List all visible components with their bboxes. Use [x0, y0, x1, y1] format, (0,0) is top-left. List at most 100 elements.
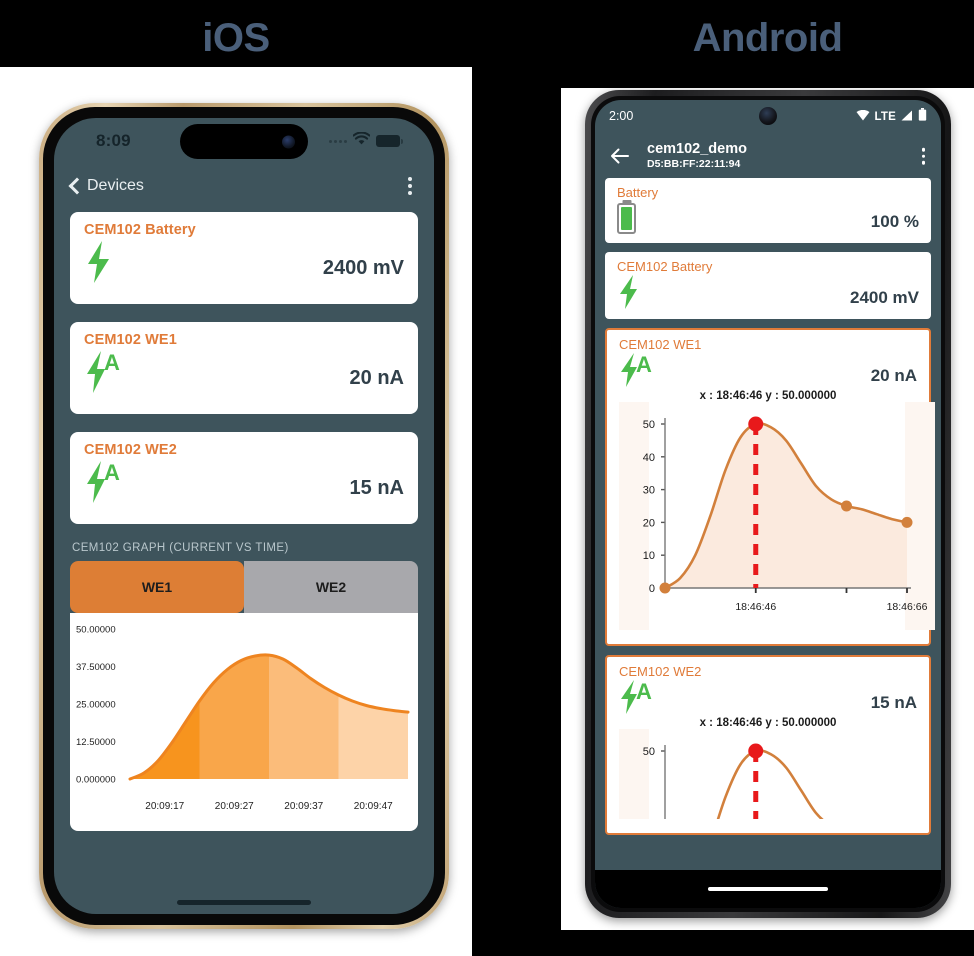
app-bar-title: cem102_demo — [647, 141, 747, 158]
android-nav-bar — [595, 870, 941, 908]
graph-tab-bar: WE1 WE2 — [70, 561, 418, 613]
svg-text:50: 50 — [643, 746, 655, 758]
home-indicator[interactable] — [708, 887, 828, 891]
bolt-amp-icon: A — [619, 679, 652, 715]
ios-nav-bar: Devices — [54, 166, 434, 206]
svg-text:30: 30 — [643, 485, 655, 497]
ios-chart-card[interactable]: 0.000000 12.50000 25.00000 37.50000 50.00000… — [70, 613, 418, 831]
ios-status-icons — [329, 131, 403, 150]
card-value: 15 nA — [349, 477, 404, 499]
bolt-amp-icon: A — [84, 350, 120, 394]
home-indicator — [177, 900, 311, 905]
card-title: Battery — [617, 185, 659, 200]
svg-text:20:09:17: 20:09:17 — [145, 801, 184, 812]
amp-letter: A — [104, 460, 120, 485]
ios-card-cem102-we2[interactable]: CEM102 WE2 A 15 nA — [70, 432, 418, 524]
android-status-icons: LTE — [856, 108, 927, 126]
bolt-amp-icon: A — [84, 460, 120, 504]
svg-text:12.50000: 12.50000 — [76, 737, 116, 748]
android-we2-chart-wrap[interactable]: x : 18:46:46 y : 50.000000 50 — [619, 717, 917, 908]
ios-content-scroll[interactable]: CEM102 Battery 2400 mV CEM102 WE1 A 20 n… — [54, 206, 434, 914]
battery-icon — [918, 108, 927, 126]
ios-we1-chart: 0.000000 12.50000 25.00000 37.50000 50.00000… — [76, 625, 410, 812]
card-title: CEM102 Battery — [84, 222, 196, 238]
card-title: CEM102 Battery — [617, 259, 713, 274]
amp-letter: A — [104, 350, 120, 375]
ios-phone-frame: 8:09 Devices CEM102 Battery 2400 mV CEM1… — [39, 103, 449, 929]
battery-icon — [376, 135, 403, 147]
chart-readout-we1: x : 18:46:46 y : 50.000000 — [699, 390, 837, 402]
card-value: 100 % — [870, 212, 919, 231]
overflow-menu-icon[interactable] — [408, 177, 412, 195]
svg-text:37.50000: 37.50000 — [76, 662, 116, 673]
bolt-amp-icon: A — [619, 352, 652, 388]
wifi-icon — [352, 131, 371, 150]
cellular-dots-icon — [329, 139, 347, 143]
bolt-icon — [617, 274, 643, 310]
tab-we1[interactable]: WE1 — [70, 561, 244, 613]
svg-text:40: 40 — [643, 452, 655, 464]
android-status-time: 2:00 — [609, 109, 634, 123]
network-type-label: LTE — [874, 111, 896, 123]
chevron-left-icon — [68, 180, 80, 192]
svg-text:0.000000: 0.000000 — [76, 775, 116, 786]
svg-text:18:46:66: 18:46:66 — [887, 601, 928, 613]
android-we1-chart: 0 10 20 30 40 50 18:46:46 18:46:66 — [619, 402, 935, 630]
ios-screen: 8:09 Devices CEM102 Battery 2400 mV CEM1… — [54, 118, 434, 914]
svg-text:20: 20 — [643, 517, 655, 529]
dynamic-island — [180, 124, 308, 159]
front-camera-icon — [759, 107, 777, 125]
card-value: 15 nA — [870, 693, 917, 712]
svg-text:0: 0 — [649, 583, 655, 595]
ios-status-time: 8:09 — [96, 131, 131, 150]
android-title-block: cem102_demo D5:BB:FF:22:11:94 — [647, 141, 747, 170]
android-app-bar: cem102_demo D5:BB:FF:22:11:94 — [595, 134, 941, 178]
amp-letter: A — [636, 352, 652, 377]
battery-full-icon — [617, 203, 636, 234]
bolt-icon — [84, 240, 114, 284]
ios-card-cem102-we1[interactable]: CEM102 WE1 A 20 nA — [70, 322, 418, 414]
svg-text:50: 50 — [643, 419, 655, 431]
app-bar-subtitle: D5:BB:FF:22:11:94 — [647, 157, 741, 170]
android-content-scroll[interactable]: Battery 100 % CEM102 Battery 2400 mV CEM… — [595, 178, 941, 908]
arrow-left-icon[interactable] — [607, 143, 633, 169]
ios-status-bar: 8:09 — [54, 118, 434, 166]
front-camera-icon — [282, 135, 295, 148]
overflow-menu-icon[interactable] — [921, 147, 925, 165]
android-card-battery[interactable]: Battery 100 % — [605, 178, 931, 243]
card-value: 2400 mV — [850, 288, 919, 307]
android-screen: 2:00 LTE cem102_demo D5:BB:FF:22:11:94 B… — [595, 100, 941, 908]
svg-text:18:46:46: 18:46:46 — [735, 601, 776, 613]
android-phone-bezel: 2:00 LTE cem102_demo D5:BB:FF:22:11:94 B… — [591, 96, 945, 912]
card-value: 20 nA — [870, 366, 917, 385]
android-status-bar: 2:00 LTE — [595, 100, 941, 134]
tab-we2[interactable]: WE2 — [244, 561, 418, 613]
card-title: CEM102 WE2 — [84, 442, 177, 458]
android-we1-chart-wrap[interactable]: x : 18:46:46 y : 50.000000 0 10 20 30 40 50 18… — [619, 390, 935, 635]
platform-title-ios: iOS — [202, 16, 270, 60]
back-button-label: Devices — [87, 177, 144, 194]
android-card-cem102-we1[interactable]: CEM102 WE1 A 20 nA x : 18:46:46 y : 50.0… — [605, 328, 935, 646]
svg-text:20:09:27: 20:09:27 — [215, 801, 254, 812]
signal-icon — [901, 108, 913, 126]
svg-text:20:09:37: 20:09:37 — [284, 801, 323, 812]
card-value: 2400 mV — [322, 257, 404, 279]
chart-readout-we2: x : 18:46:46 y : 50.000000 — [699, 717, 837, 729]
svg-text:50.00000: 50.00000 — [76, 625, 116, 636]
svg-text:10: 10 — [643, 550, 655, 562]
card-value: 20 nA — [349, 367, 404, 389]
ios-card-cem102-battery[interactable]: CEM102 Battery 2400 mV — [70, 212, 418, 304]
android-card-cem102-we2[interactable]: CEM102 WE2 A 15 nA x : 18:46:46 y : 50.0… — [605, 655, 931, 908]
amp-letter: A — [636, 679, 652, 704]
android-card-cem102-battery[interactable]: CEM102 Battery 2400 mV — [605, 252, 931, 319]
back-button[interactable]: Devices — [68, 177, 144, 195]
ios-phone-bezel: 8:09 Devices CEM102 Battery 2400 mV CEM1… — [43, 107, 445, 925]
android-we2-chart: 50 — [619, 729, 909, 908]
card-title: CEM102 WE1 — [619, 337, 702, 352]
graph-section-label: CEM102 GRAPH (CURRENT VS TIME) — [72, 542, 289, 554]
card-title: CEM102 WE2 — [619, 664, 702, 679]
svg-text:20:09:47: 20:09:47 — [354, 801, 393, 812]
android-phone-frame: 2:00 LTE cem102_demo D5:BB:FF:22:11:94 B… — [585, 90, 951, 918]
card-title: CEM102 WE1 — [84, 332, 177, 348]
wifi-icon — [856, 108, 870, 126]
